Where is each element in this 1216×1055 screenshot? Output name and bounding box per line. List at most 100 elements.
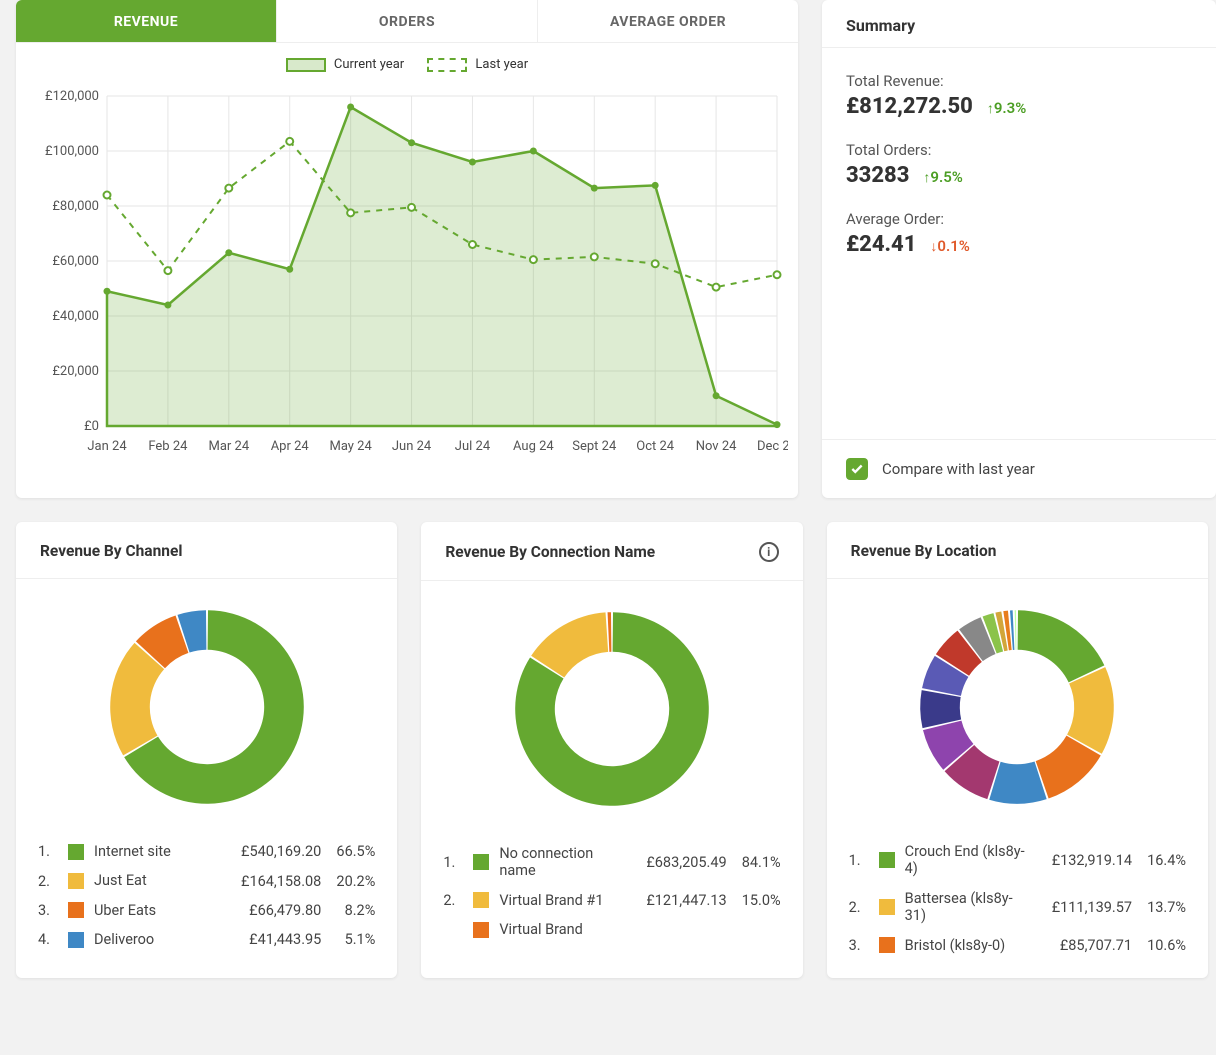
list-item: 4. Deliveroo £41,443.95 5.1% [38, 925, 375, 954]
list-pct: 16.4% [1140, 852, 1186, 869]
list-pct: 15.0% [735, 892, 781, 909]
tab-average-order[interactable]: AVERAGE ORDER [538, 0, 798, 42]
list-pct: 10.6% [1140, 937, 1186, 954]
list-index: 1. [849, 852, 871, 869]
list-index: 2. [443, 892, 465, 909]
color-swatch [879, 937, 895, 953]
color-swatch [473, 922, 489, 938]
color-swatch [68, 902, 84, 918]
legend-label-current: Current year [334, 57, 404, 72]
connection-donut-chart [502, 599, 722, 819]
chart-area: Current year Last year £0 £20,000 £40,000 £… [16, 43, 798, 498]
summary-title: Summary [822, 0, 1216, 48]
list-value: £540,169.20 [226, 843, 321, 860]
channel-card: Revenue By Channel 1. Internet site £540… [16, 522, 397, 978]
legend-label-last: Last year [475, 57, 528, 72]
color-swatch [68, 932, 84, 948]
compare-checkbox[interactable] [846, 458, 868, 480]
chart-tabs: REVENUE ORDERS AVERAGE ORDER [16, 0, 798, 43]
metric-label: Total Revenue: [846, 72, 1192, 90]
metric-total-orders: Total Orders: 33283 ↑9.5% [846, 141, 1192, 188]
svg-text:Feb 24: Feb 24 [148, 439, 188, 454]
svg-text:£80,000: £80,000 [52, 199, 99, 214]
legend-last-year: Last year [427, 57, 528, 72]
tab-orders[interactable]: ORDERS [277, 0, 538, 42]
list-value: £683,205.49 [632, 854, 727, 871]
legend-swatch-dashed [427, 58, 467, 72]
channel-legend-list: 1. Internet site £540,169.20 66.5% 2. Ju… [16, 829, 397, 973]
list-pct: 8.2% [329, 902, 375, 919]
list-item: Virtual Brand [443, 915, 780, 944]
metric-delta-down: ↓0.1% [930, 237, 969, 255]
color-swatch [879, 899, 895, 915]
metric-value: £812,272.50 [846, 94, 973, 119]
svg-text:Jan 24: Jan 24 [87, 439, 127, 454]
list-item: 2. Battersea (kls8y-31) £111,139.57 13.7… [849, 884, 1186, 931]
list-pct: 5.1% [329, 931, 375, 948]
svg-text:Jul 24: Jul 24 [455, 439, 491, 454]
list-name: No connection name [499, 845, 623, 880]
list-item: 1. Crouch End (kls8y-4) £132,919.14 16.4… [849, 837, 1186, 884]
svg-text:£40,000: £40,000 [52, 309, 99, 324]
metric-delta-up: ↑9.3% [987, 99, 1026, 117]
summary-card: Summary Total Revenue: £812,272.50 ↑9.3%… [822, 0, 1216, 498]
svg-text:Aug 24: Aug 24 [513, 439, 554, 454]
list-index: 2. [38, 873, 60, 890]
list-value: £121,447.13 [632, 892, 727, 909]
list-index: 1. [38, 843, 60, 860]
connection-legend-list: 1. No connection name £683,205.49 84.1% … [421, 831, 802, 963]
connection-card: Revenue By Connection Name i 1. No conne… [421, 522, 802, 978]
list-name: Deliveroo [94, 931, 218, 948]
list-value: £66,479.80 [226, 902, 321, 919]
list-name: Internet site [94, 843, 218, 860]
list-name: Uber Eats [94, 902, 218, 919]
color-swatch [473, 854, 489, 870]
channel-title: Revenue By Channel [40, 542, 182, 560]
list-value: £164,158.08 [226, 873, 321, 890]
info-icon[interactable]: i [759, 542, 779, 562]
svg-text:£120,000: £120,000 [45, 89, 99, 104]
color-swatch [68, 844, 84, 860]
channel-donut-chart [97, 597, 317, 817]
list-name: Battersea (kls8y-31) [905, 890, 1029, 925]
svg-text:Mar 24: Mar 24 [208, 439, 249, 454]
svg-text:Dec 24: Dec 24 [757, 439, 788, 454]
summary-body: Total Revenue: £812,272.50 ↑9.3% Total O… [822, 48, 1216, 439]
svg-text:Nov 24: Nov 24 [696, 439, 737, 454]
tab-revenue[interactable]: REVENUE [16, 0, 277, 42]
svg-text:£0: £0 [84, 419, 99, 434]
list-value: £85,707.71 [1037, 937, 1132, 954]
list-index: 2. [849, 899, 871, 916]
list-name: Virtual Brand #1 [499, 892, 623, 909]
legend-swatch-filled [286, 58, 326, 72]
svg-text:£20,000: £20,000 [52, 364, 99, 379]
svg-text:May 24: May 24 [329, 439, 372, 454]
metric-delta-up: ↑9.5% [923, 168, 962, 186]
list-item: 2. Virtual Brand #1 £121,447.13 15.0% [443, 886, 780, 915]
metric-total-revenue: Total Revenue: £812,272.50 ↑9.3% [846, 72, 1192, 119]
list-item: 3. Uber Eats £66,479.80 8.2% [38, 896, 375, 925]
list-item: 2. Just Eat £164,158.08 20.2% [38, 866, 375, 895]
legend-current-year: Current year [286, 57, 404, 72]
color-swatch [879, 852, 895, 868]
chart-legend: Current year Last year [26, 57, 788, 76]
metric-value: £24.41 [846, 232, 916, 257]
list-item: 3. Bristol (kls8y-0) £85,707.71 10.6% [849, 931, 1186, 960]
svg-text:Sept 24: Sept 24 [572, 439, 617, 454]
svg-text:£60,000: £60,000 [52, 254, 99, 269]
metric-value: 33283 [846, 163, 909, 188]
svg-text:Apr 24: Apr 24 [271, 439, 310, 454]
list-name: Virtual Brand [499, 921, 623, 938]
list-value: £132,919.14 [1037, 852, 1132, 869]
list-index: 3. [849, 937, 871, 954]
summary-footer: Compare with last year [822, 439, 1216, 498]
list-pct: 13.7% [1140, 899, 1186, 916]
connection-title: Revenue By Connection Name [445, 543, 655, 561]
list-pct: 84.1% [735, 854, 781, 871]
location-legend-list: 1. Crouch End (kls8y-4) £132,919.14 16.4… [827, 829, 1208, 978]
list-name: Bristol (kls8y-0) [905, 937, 1029, 954]
list-name: Just Eat [94, 872, 218, 889]
color-swatch [473, 892, 489, 908]
color-swatch [68, 873, 84, 889]
metric-label: Average Order: [846, 210, 1192, 228]
